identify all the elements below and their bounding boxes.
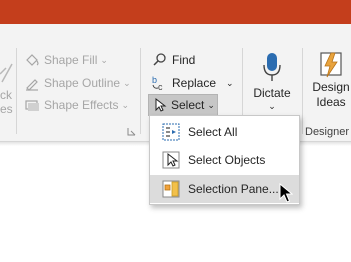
selection-pane-icon [162, 180, 180, 198]
cut-shape-icon [0, 63, 13, 83]
chevron-down-icon: ⌄ [123, 77, 131, 88]
replace-label: Replace [172, 76, 217, 90]
select-label: Select [171, 98, 205, 112]
group-separator [140, 48, 141, 134]
select-button[interactable]: Select ⌄ [148, 94, 218, 116]
chevron-down-icon: ⌄ [121, 99, 130, 110]
chevron-down-icon: ⌄ [100, 54, 108, 65]
pencil-icon [26, 79, 38, 91]
designer-group-label: Designer [305, 126, 350, 138]
design-ideas-button[interactable]: Design Ideas [306, 50, 351, 110]
menu-item-selection-pane[interactable]: Selection Pane... [150, 175, 299, 203]
paint-bucket-icon [26, 54, 39, 66]
chevron-down-icon: ⌄ [226, 77, 234, 88]
design-ideas-label-line2: Ideas [316, 95, 346, 109]
dictate-label: Dictate [253, 86, 291, 100]
group-separator [16, 48, 17, 134]
title-bar [0, 0, 351, 24]
find-button[interactable]: Find [152, 50, 195, 70]
chevron-down-icon: ⌄ [207, 99, 215, 110]
shape-effects-label: Shape Effects [44, 98, 119, 112]
chevron-down-icon: ⌄ [268, 101, 276, 111]
select-all-icon [162, 123, 180, 141]
cut-label-2: es [0, 102, 13, 116]
arrow-pointer-icon [155, 98, 167, 112]
svg-text:b: b [152, 75, 157, 85]
select-objects-icon [162, 151, 180, 169]
microphone-icon [263, 53, 281, 81]
select-dropdown-menu: Select All Select Objects Selection Pane… [149, 115, 300, 205]
shape-fill-button[interactable]: Shape Fill ⌄ [24, 50, 108, 70]
menu-item-label: Select All [188, 125, 238, 139]
shape-outline-button[interactable]: Shape Outline ⌄ [24, 73, 131, 93]
find-label: Find [172, 53, 196, 67]
shape-effects-button[interactable]: Shape Effects ⌄ [24, 95, 129, 115]
menu-item-select-all[interactable]: Select All [150, 118, 299, 146]
search-icon [153, 53, 166, 66]
replace-icon: b c [152, 75, 163, 91]
menu-item-select-objects[interactable]: Select Objects [150, 146, 299, 174]
mouse-cursor-icon [279, 183, 293, 203]
menu-item-label: Selection Pane... [188, 182, 279, 196]
replace-button[interactable]: b c Replace ⌄ [152, 73, 234, 93]
design-ideas-label-line1: Design [312, 80, 350, 94]
dictate-button[interactable]: Dictate ⌄ [248, 52, 296, 112]
shape-effects-icon [25, 100, 39, 111]
svg-text:c: c [158, 82, 163, 91]
cut-label-1: ck [0, 88, 12, 102]
shape-outline-label: Shape Outline [44, 76, 121, 90]
group-separator [302, 48, 303, 134]
dialog-launcher-icon[interactable] [127, 127, 136, 136]
menu-item-label: Select Objects [188, 153, 266, 167]
design-ideas-icon [320, 52, 342, 78]
shape-fill-label: Shape Fill [44, 53, 98, 67]
